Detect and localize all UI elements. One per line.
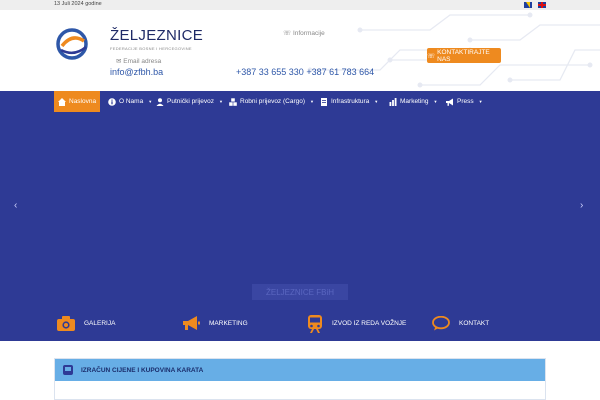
info-label: ☏ Informacije — [283, 30, 325, 37]
phone-numbers[interactable]: +387 33 655 330 +387 61 783 664 — [236, 67, 374, 77]
train-icon — [308, 314, 322, 333]
nav-item-putnicki-prijevoz[interactable]: Putnički prijevoz ▼ — [156, 91, 223, 112]
user-icon — [156, 97, 164, 106]
slider-next-arrow-icon[interactable]: › — [580, 200, 583, 211]
bar-chart-icon — [389, 97, 397, 106]
nav-item-press[interactable]: Press ▼ — [446, 91, 483, 112]
ticket-price-panel: IZRAČUN CIJENE I KUPOVINA KARATA — [54, 358, 546, 400]
megaphone-icon — [183, 316, 200, 330]
quick-link-marketing[interactable]: MARKETING — [182, 306, 248, 341]
site-header: ŽELJEZNICE FEDERACIJE BOSNE I HERCEGOVIN… — [0, 10, 600, 91]
brand-name[interactable]: ŽELJEZNICE — [110, 27, 203, 44]
nav-item-infrastruktura[interactable]: Infrastruktura ▼ — [320, 91, 378, 112]
chevron-down-icon: ▼ — [478, 99, 483, 104]
quick-link-galerija[interactable]: GALERIJA — [57, 306, 115, 341]
document-icon — [321, 97, 327, 106]
current-date: 13 Juli 2024 godine — [54, 1, 102, 7]
panel-title: IZRAČUN CIJENE I KUPOVINA KARATA — [81, 366, 204, 374]
bullhorn-icon — [446, 98, 453, 106]
bosnian-flag-icon[interactable] — [524, 2, 532, 8]
slider-prev-arrow-icon[interactable]: ‹ — [14, 200, 17, 211]
phone-icon: ☏ — [427, 52, 436, 60]
contact-us-button[interactable]: ☏ KONTAKTIRAJTE NAS — [427, 48, 501, 63]
top-bar: 13 Juli 2024 godine — [0, 0, 600, 10]
camera-icon — [57, 316, 75, 331]
english-flag-icon[interactable] — [538, 2, 546, 8]
slide-caption: ŽELJEZNICE FBiH — [252, 284, 348, 300]
nav-item-o-nama[interactable]: O Nama ▼ — [108, 91, 152, 112]
ticket-train-icon — [63, 365, 73, 375]
nav-item-marketing[interactable]: Marketing ▼ — [389, 91, 438, 112]
boxes-icon — [229, 97, 237, 106]
main-navigation: Naslovna O Nama ▼ Putnički prijevoz ▼ Ro… — [0, 91, 600, 112]
logo-icon[interactable] — [56, 27, 108, 61]
quick-link-timetable[interactable]: IZVOD IZ REDA VOŽNJE — [307, 306, 406, 341]
ticket-price-panel-header[interactable]: IZRAČUN CIJENE I KUPOVINA KARATA — [55, 359, 545, 381]
brand-subtitle: FEDERACIJE BOSNE I HERCEGOVINE — [110, 46, 192, 51]
quick-link-kontakt[interactable]: KONTAKT — [432, 306, 489, 341]
chevron-down-icon: ▼ — [310, 99, 314, 104]
chat-bubble-icon — [432, 316, 450, 331]
chevron-down-icon: ▼ — [433, 99, 438, 104]
home-icon — [58, 97, 66, 106]
chevron-down-icon: ▼ — [148, 99, 153, 104]
quick-links-bar: GALERIJA MARKETING IZVOD IZ REDA VOŽNJE … — [0, 306, 600, 341]
email-link[interactable]: info@zfbh.ba — [110, 67, 163, 77]
hero-slider — [0, 112, 600, 306]
chevron-down-icon: ▼ — [218, 99, 223, 104]
info-icon — [108, 97, 116, 106]
nav-item-naslovna[interactable]: Naslovna — [54, 91, 101, 112]
chevron-down-icon: ▼ — [374, 99, 379, 104]
nav-item-robni-prijevoz[interactable]: Robni prijevoz (Cargo) ▼ — [229, 91, 314, 112]
email-label: ✉ Email adresa — [116, 58, 162, 65]
